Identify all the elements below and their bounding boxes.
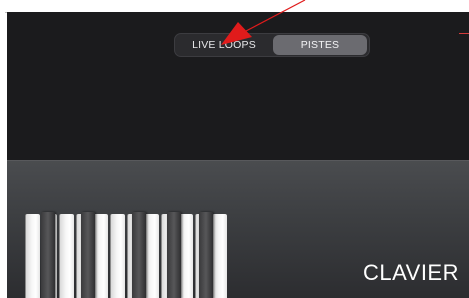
- black-key: [167, 212, 181, 298]
- white-key: [25, 214, 40, 298]
- white-key: [110, 214, 125, 298]
- edge-mark: [459, 33, 469, 34]
- instrument-tile[interactable]: CLAVIER: [7, 160, 469, 298]
- white-key: [212, 214, 227, 298]
- instrument-name: CLAVIER: [362, 260, 459, 285]
- app-window: LIVE LOOPS PISTES CLAVIER: [7, 12, 469, 298]
- black-key: [199, 212, 213, 298]
- white-key: [144, 214, 159, 298]
- live-loops-tab[interactable]: LIVE LOOPS: [177, 35, 271, 55]
- black-key: [81, 212, 95, 298]
- white-key: [93, 214, 108, 298]
- white-key: [59, 214, 74, 298]
- pistes-tab[interactable]: PISTES: [273, 35, 367, 55]
- black-key: [132, 212, 146, 298]
- tracks-view-toggle[interactable]: LIVE LOOPS PISTES: [174, 33, 370, 57]
- screenshot-stage: LIVE LOOPS PISTES CLAVIER: [0, 0, 469, 298]
- black-key: [41, 212, 55, 298]
- keyboard-icon: [25, 212, 235, 298]
